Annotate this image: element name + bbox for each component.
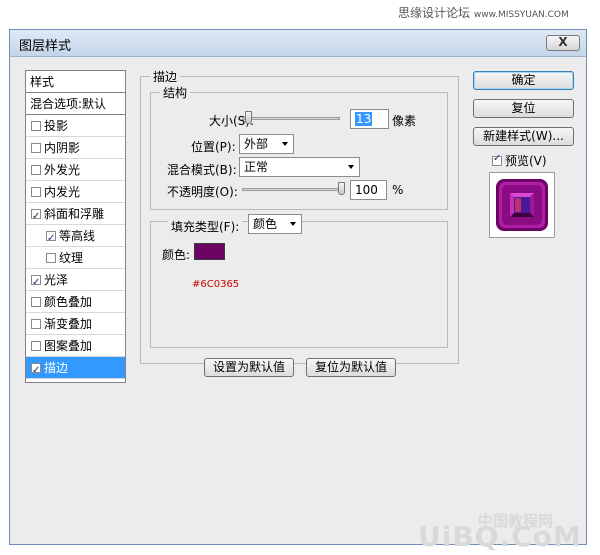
structure-title: 结构 xyxy=(160,84,191,101)
style-item-label: 图案叠加 xyxy=(44,339,93,353)
dialog-title: 图层样式 xyxy=(19,39,72,54)
opacity-value: 100 xyxy=(355,183,378,197)
styles-list: 样式 混合选项:默认 投影内阴影外发光内发光斜面和浮雕等高线纹理光泽颜色叠加渐变… xyxy=(25,70,126,383)
blend-mode-select[interactable]: 正常 xyxy=(239,157,360,177)
style-item-label: 等高线 xyxy=(59,229,96,243)
style-item-12[interactable]: 描边 xyxy=(26,357,125,382)
color-swatch[interactable] xyxy=(194,243,225,260)
preview-label: 预览(V) xyxy=(505,154,547,168)
size-input[interactable]: 13 xyxy=(350,109,389,129)
style-item-label: 内阴影 xyxy=(44,141,81,155)
style-preview xyxy=(489,172,555,238)
preview-checkbox[interactable] xyxy=(492,153,502,166)
blend-mode-label: 混合模式(B): xyxy=(167,163,237,177)
style-item-label: 投影 xyxy=(44,119,69,133)
style-checkbox[interactable] xyxy=(31,142,41,153)
style-item-label: 光泽 xyxy=(44,273,69,287)
style-item-4[interactable]: 内发光 xyxy=(26,181,125,203)
style-checkbox[interactable] xyxy=(31,186,41,197)
opacity-unit: % xyxy=(392,183,404,197)
style-item-label: 内发光 xyxy=(44,185,81,199)
new-style-label: 新建样式(W)... xyxy=(483,129,564,143)
blending-options-label: 混合选项:默认 xyxy=(30,97,107,111)
preview-thumbnail xyxy=(496,179,548,231)
close-button[interactable]: X xyxy=(546,35,580,51)
style-checkbox[interactable] xyxy=(46,228,56,250)
position-select[interactable]: 外部 xyxy=(239,134,294,154)
style-checkbox[interactable] xyxy=(31,340,41,351)
position-value: 外部 xyxy=(244,137,269,151)
set-default-button[interactable]: 设置为默认值 xyxy=(204,358,294,377)
style-item-7[interactable]: 纹理 xyxy=(26,247,125,269)
style-checkbox[interactable] xyxy=(31,206,41,228)
reset-button[interactable]: 复位 xyxy=(473,99,574,118)
style-checkbox[interactable] xyxy=(31,318,41,329)
chevron-down-icon xyxy=(282,142,288,146)
style-item-label: 描边 xyxy=(44,361,69,375)
style-checkbox[interactable] xyxy=(31,120,41,131)
title-bar[interactable]: 图层样式 X xyxy=(10,30,586,57)
opacity-slider-handle[interactable] xyxy=(338,182,345,195)
style-item-label: 斜面和浮雕 xyxy=(44,207,105,221)
reset-label: 复位 xyxy=(511,101,536,115)
blending-options-item[interactable]: 混合选项:默认 xyxy=(26,93,125,115)
fill-type-label: 填充类型(F): xyxy=(168,218,243,235)
ok-button[interactable]: 确定 xyxy=(473,71,574,90)
fill-type-value: 颜色 xyxy=(253,217,278,231)
style-item-10[interactable]: 渐变叠加 xyxy=(26,313,125,335)
set-default-label: 设置为默认值 xyxy=(212,360,285,374)
style-item-label: 纹理 xyxy=(59,251,84,265)
style-checkbox[interactable] xyxy=(31,296,41,307)
watermark-site-url: www.MISSYUAN.COM xyxy=(473,10,569,20)
blend-mode-value: 正常 xyxy=(244,160,269,174)
style-item-label: 渐变叠加 xyxy=(44,317,93,331)
size-slider-track[interactable] xyxy=(242,117,340,120)
stroke-section-title: 描边 xyxy=(150,68,181,85)
position-label: 位置(P): xyxy=(191,140,236,154)
style-item-1[interactable]: 投影 xyxy=(26,115,125,137)
style-item-6[interactable]: 等高线 xyxy=(26,225,125,250)
style-item-label: 外发光 xyxy=(44,163,81,177)
reset-default-label: 复位为默认值 xyxy=(314,360,387,374)
style-checkbox[interactable] xyxy=(31,360,41,382)
style-checkbox[interactable] xyxy=(31,272,41,294)
chevron-down-icon xyxy=(290,222,296,226)
styles-list-header[interactable]: 样式 xyxy=(26,71,125,93)
style-item-11[interactable]: 图案叠加 xyxy=(26,335,125,357)
opacity-slider-track[interactable] xyxy=(242,188,344,191)
fill-type-select[interactable]: 颜色 xyxy=(248,214,302,234)
preview-toggle[interactable]: 预览(V) xyxy=(492,152,547,169)
watermark-site-name: 思缘设计论坛 xyxy=(398,6,471,20)
style-item-5[interactable]: 斜面和浮雕 xyxy=(26,203,125,228)
opacity-label: 不透明度(O): xyxy=(167,185,238,199)
chevron-down-icon xyxy=(348,165,354,169)
style-item-label: 颜色叠加 xyxy=(44,295,93,309)
ok-label: 确定 xyxy=(511,73,536,87)
layer-style-dialog: 图层样式 X 样式 混合选项:默认 投影内阴影外发光内发光斜面和浮雕等高线纹理光… xyxy=(9,29,587,545)
reset-default-button[interactable]: 复位为默认值 xyxy=(306,358,396,377)
close-icon: X xyxy=(558,35,568,49)
size-unit: 像素 xyxy=(392,114,417,128)
size-slider-handle[interactable] xyxy=(244,111,252,124)
color-hex-annotation: #6C0365 xyxy=(192,279,240,290)
style-item-3[interactable]: 外发光 xyxy=(26,159,125,181)
watermark-bottom-logo: UiBQ.CoM xyxy=(418,520,582,553)
opacity-input[interactable]: 100 xyxy=(350,180,387,200)
style-checkbox[interactable] xyxy=(31,164,41,175)
style-item-9[interactable]: 颜色叠加 xyxy=(26,291,125,313)
size-value: 13 xyxy=(355,112,373,126)
color-label: 颜色: xyxy=(162,248,191,262)
style-item-8[interactable]: 光泽 xyxy=(26,269,125,294)
style-item-2[interactable]: 内阴影 xyxy=(26,137,125,159)
styles-header-label: 样式 xyxy=(30,75,55,89)
style-checkbox[interactable] xyxy=(46,252,56,263)
new-style-button[interactable]: 新建样式(W)... xyxy=(473,127,574,146)
watermark-top: 思缘设计论坛 www.MISSYUAN.COM xyxy=(398,4,569,21)
